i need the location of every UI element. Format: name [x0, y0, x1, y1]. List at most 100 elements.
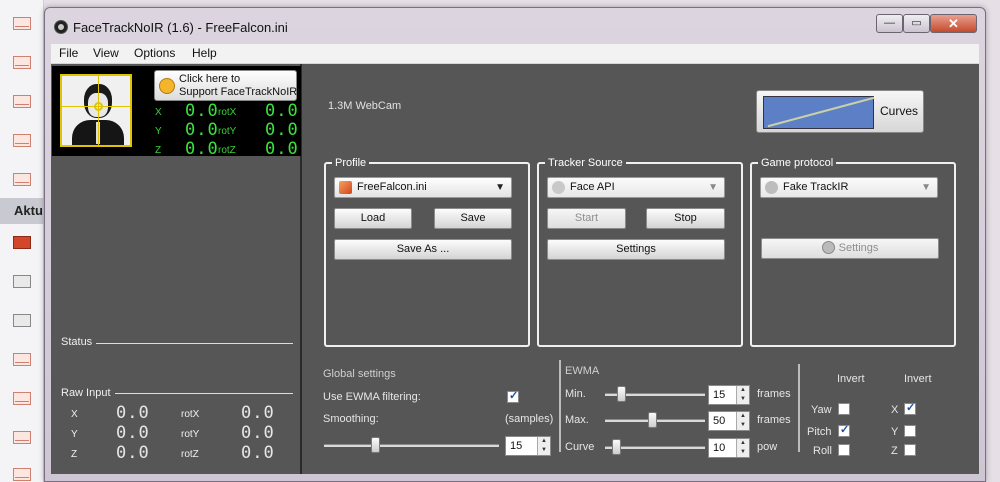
tracker-settings-button[interactable]: Settings — [547, 239, 725, 260]
global-settings-heading: Global settings — [323, 368, 396, 380]
divider — [798, 364, 800, 452]
curves-button[interactable]: Curves — [756, 90, 924, 133]
face-api-icon — [552, 181, 565, 194]
spin-arrows-icon[interactable]: ▲ ▼ — [736, 412, 749, 430]
use-ewma-checkbox[interactable] — [507, 389, 519, 403]
smoothing-label: Smoothing: — [323, 413, 379, 425]
camera-icon — [13, 275, 31, 288]
smoothing-unit: (samples) — [505, 413, 554, 425]
raw-input-divider — [115, 393, 293, 394]
chevron-down-icon: ▼ — [708, 182, 718, 193]
start-button[interactable]: Start — [547, 208, 626, 229]
raw-value-rotx: 0.0 — [241, 403, 275, 423]
tracker-select[interactable]: Face API ▼ — [547, 177, 725, 198]
menu-bar: File View Options Help — [51, 44, 979, 63]
support-line-1: Click here to — [179, 73, 241, 85]
raw-label-x: X — [71, 409, 78, 420]
tracker-source-group: Tracker Source Face API ▼ Start Stop Set… — [537, 157, 743, 347]
support-line-2: Support FaceTrackNoIR! — [179, 86, 301, 98]
pose-label-rotx: rotX — [218, 107, 237, 118]
minimize-button[interactable]: — — [876, 14, 903, 33]
stop-button[interactable]: Stop — [646, 208, 725, 229]
smoothing-spinbox[interactable]: 15 ▲ ▼ — [505, 436, 551, 456]
raw-label-roty: rotY — [181, 429, 200, 440]
invert-yaw-checkbox[interactable] — [838, 403, 850, 415]
spin-arrows-icon[interactable]: ▲ ▼ — [537, 437, 550, 455]
ewma-min-value: 15 — [713, 389, 726, 401]
ewma-max-label: Max. — [565, 414, 589, 426]
raw-value-y: 0.0 — [116, 423, 150, 443]
tracker-select-value: Face API — [570, 181, 615, 193]
invert-x-checkbox[interactable] — [904, 401, 916, 415]
raw-value-rotz: 0.0 — [241, 443, 275, 463]
menu-options[interactable]: Options — [134, 46, 175, 60]
invert-rotation-heading: Invert — [837, 373, 865, 385]
profile-title: Profile — [332, 157, 370, 169]
mail-icon — [13, 56, 31, 69]
status-heading: Status — [61, 336, 93, 348]
game-protocol-group: Game protocol Fake TrackIR ▼ Settings — [750, 157, 956, 347]
invert-x-label: X — [891, 404, 899, 416]
app-window: FaceTrackNoIR (1.6) - FreeFalcon.ini — ▭… — [44, 7, 986, 482]
invert-pitch-checkbox[interactable] — [838, 423, 850, 437]
invert-y-label: Y — [891, 426, 899, 438]
menu-help[interactable]: Help — [192, 46, 217, 60]
mail-icon — [13, 353, 31, 366]
title-bar[interactable]: FaceTrackNoIR (1.6) - FreeFalcon.ini — ▭… — [45, 8, 985, 38]
client-area: Click here to Support FaceTrackNoIR! X 0… — [51, 64, 979, 474]
document-icon — [339, 181, 352, 194]
load-button[interactable]: Load — [334, 208, 412, 229]
pose-value-rotz: 0.0 — [265, 139, 299, 159]
smoothing-slider-thumb[interactable] — [370, 437, 380, 453]
ewma-curve-value: 10 — [713, 442, 726, 454]
settings-icon — [821, 241, 835, 254]
pose-display: Click here to Support FaceTrackNoIR! X 0… — [52, 66, 301, 159]
crosshair-icon — [94, 102, 103, 111]
camera-name: 1.3M WebCam — [328, 100, 402, 112]
game-protocol-title: Game protocol — [758, 157, 837, 169]
raw-label-rotz: rotZ — [181, 449, 199, 460]
ewma-curve-spinbox[interactable]: 10 ▲ ▼ — [708, 438, 750, 458]
maximize-button[interactable]: ▭ — [903, 14, 930, 33]
status-divider — [96, 343, 293, 344]
invert-y-checkbox[interactable] — [904, 425, 916, 437]
close-button[interactable]: ✕ — [930, 14, 977, 33]
support-button[interactable]: Click here to Support FaceTrackNoIR! — [154, 70, 301, 101]
mail-icon — [13, 173, 31, 186]
ewma-min-label: Min. — [565, 388, 586, 400]
save-button[interactable]: Save — [434, 208, 512, 229]
curves-label: Curves — [880, 104, 919, 118]
profile-select[interactable]: FreeFalcon.ini ▼ — [334, 177, 512, 198]
mail-icon — [13, 468, 31, 481]
app-icon — [54, 20, 68, 34]
ewma-min-unit: frames — [757, 388, 791, 400]
menu-file[interactable]: File — [59, 46, 78, 60]
ewma-curve-slider-thumb[interactable] — [612, 439, 621, 455]
pose-value-z: 0.0 — [185, 139, 219, 159]
ewma-max-spinbox[interactable]: 50 ▲ ▼ — [708, 411, 750, 431]
ewma-heading: EWMA — [565, 365, 600, 377]
spin-arrows-icon[interactable]: ▲ ▼ — [736, 439, 749, 457]
ewma-min-spinbox[interactable]: 15 ▲ ▼ — [708, 385, 750, 405]
raw-label-y: Y — [71, 429, 78, 440]
mail-icon — [13, 431, 31, 444]
smoothing-slider[interactable] — [324, 444, 499, 447]
save-as-button[interactable]: Save As ... — [334, 239, 512, 260]
spin-arrows-icon[interactable]: ▲ ▼ — [736, 386, 749, 404]
camera-icon — [13, 236, 31, 249]
game-protocol-select[interactable]: Fake TrackIR ▼ — [760, 177, 938, 198]
pose-value-x: 0.0 — [185, 101, 219, 121]
ewma-max-slider-thumb[interactable] — [648, 412, 657, 428]
invert-z-checkbox[interactable] — [904, 444, 916, 456]
pose-label-y: Y — [155, 126, 162, 137]
pose-value-roty: 0.0 — [265, 120, 299, 140]
invert-roll-checkbox[interactable] — [838, 444, 850, 456]
chevron-down-icon: ▼ — [921, 182, 931, 193]
invert-translation-heading: Invert — [904, 373, 932, 385]
chevron-down-icon: ▼ — [495, 182, 505, 193]
menu-view[interactable]: View — [93, 46, 119, 60]
raw-label-z: Z — [71, 449, 78, 460]
game-settings-button[interactable]: Settings — [761, 238, 939, 259]
invert-z-label: Z — [891, 445, 898, 457]
ewma-min-slider-thumb[interactable] — [617, 386, 626, 402]
